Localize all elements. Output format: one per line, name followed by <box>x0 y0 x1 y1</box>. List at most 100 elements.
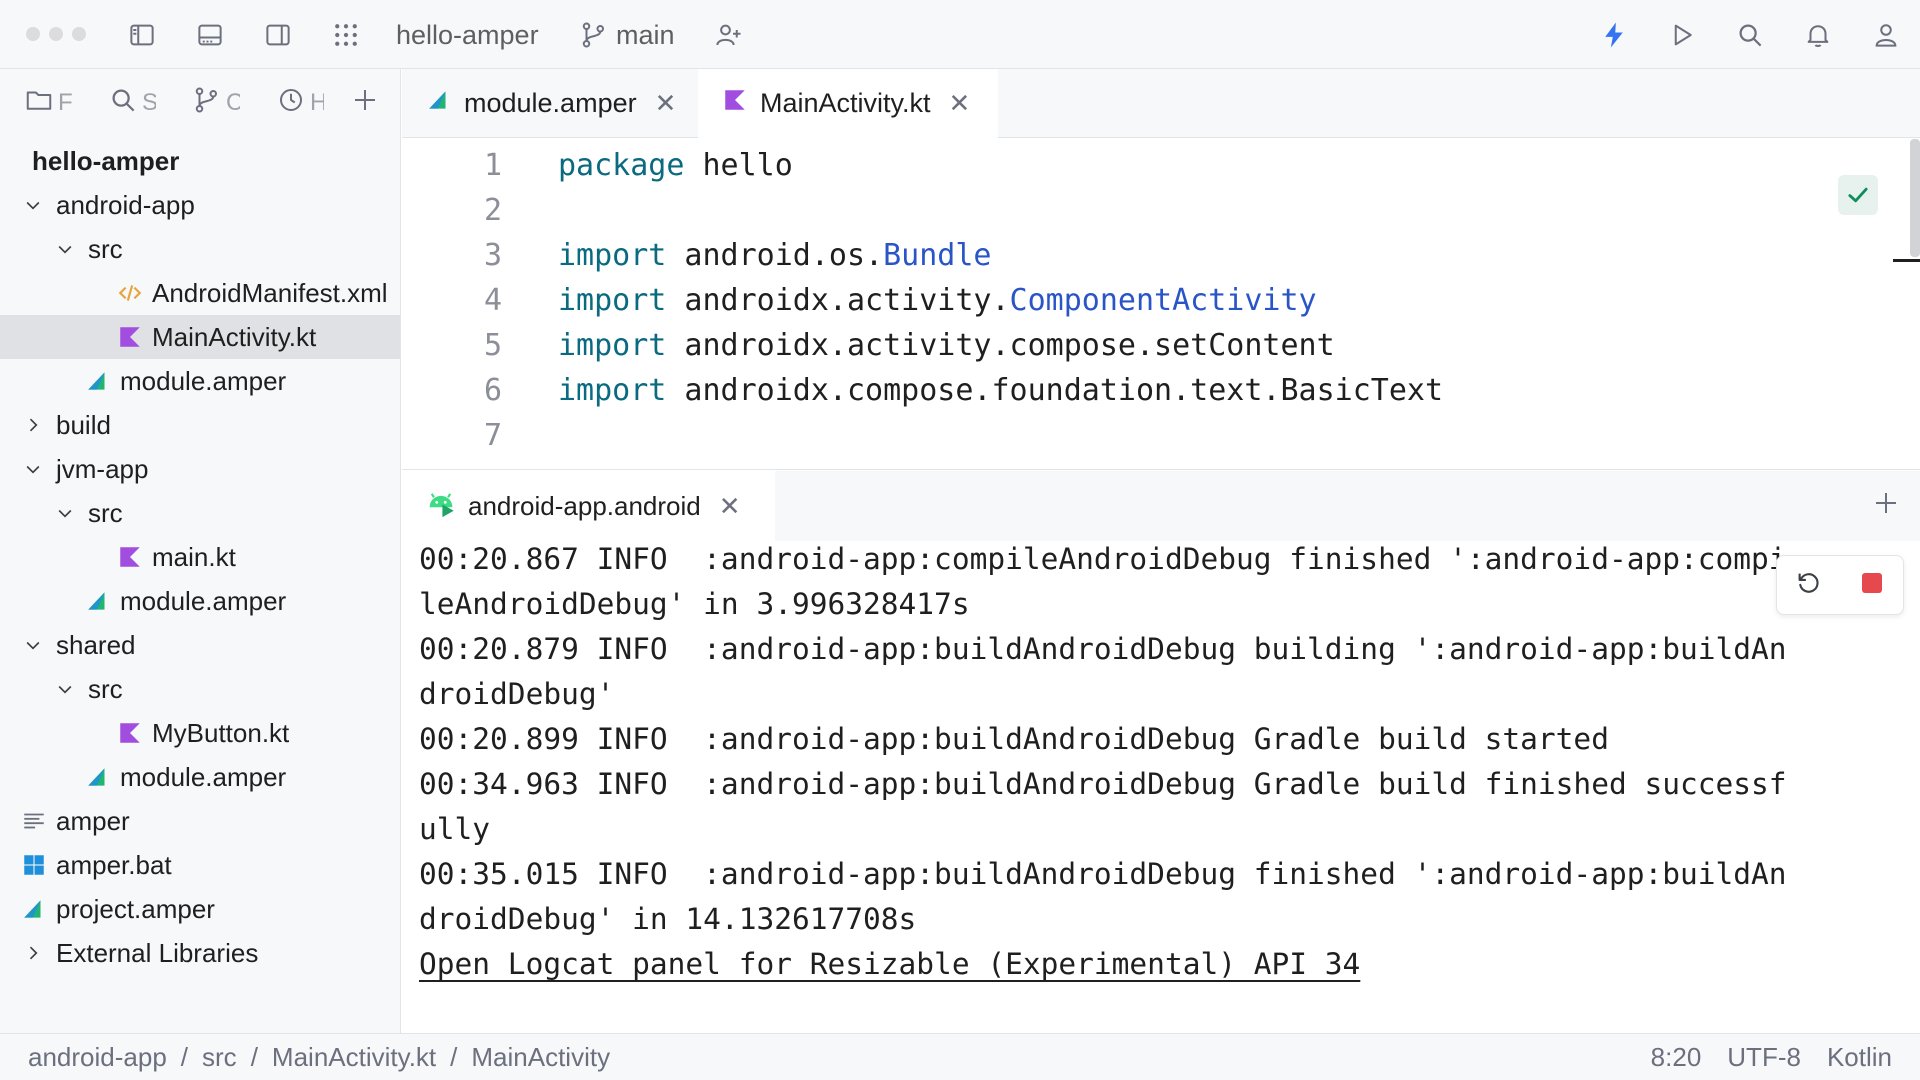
tree-item-hello-amper[interactable]: hello-amper <box>0 139 400 183</box>
tab-module-amper[interactable]: module.amper ✕ <box>402 69 698 138</box>
keyword-token: import <box>558 238 667 273</box>
tree-item-label: src <box>88 233 123 264</box>
chevron-down-icon[interactable] <box>52 500 78 526</box>
code-line[interactable]: import android.os.Bundle <box>558 233 992 278</box>
open-logcat-link[interactable]: Open Logcat panel for Resizable (Experim… <box>419 942 1360 987</box>
tree-item-build[interactable]: build <box>0 403 400 447</box>
branch-name[interactable]: main <box>616 17 675 53</box>
tree-item-mybutton-kt[interactable]: MyButton.kt <box>0 711 400 755</box>
tree-item-src[interactable]: src <box>0 491 400 535</box>
tree-item-module-amper[interactable]: module.amper <box>0 755 400 799</box>
breadcrumb-item[interactable]: src <box>202 1042 237 1073</box>
run-actions-toolbar <box>1776 555 1904 615</box>
breadcrumb-item[interactable]: MainActivity <box>471 1042 610 1073</box>
run-icon[interactable] <box>1664 17 1700 53</box>
console-line: 00:35.015 INFO :android-app:buildAndroid… <box>419 857 1787 891</box>
tree-item-module-amper[interactable]: module.amper <box>0 359 400 403</box>
sidebar-tab-files[interactable]: F <box>24 85 72 121</box>
minimize-window-dot[interactable] <box>49 27 63 41</box>
code-line[interactable]: package hello <box>558 143 793 188</box>
folder-icon <box>24 85 54 122</box>
window-controls[interactable] <box>26 27 86 41</box>
add-user-icon[interactable] <box>710 17 746 53</box>
run-console-output[interactable]: Open Logcat panel for Resizable (Experim… <box>402 541 1920 1033</box>
breadcrumb-item[interactable]: MainActivity.kt <box>272 1042 436 1073</box>
close-tab-icon[interactable]: ✕ <box>719 491 741 522</box>
close-tab-icon[interactable]: ✕ <box>655 88 677 119</box>
sidebar-tab-commit[interactable]: C <box>192 85 240 121</box>
tab-run-android-app[interactable]: android-app.android ✕ <box>402 471 775 541</box>
tree-item-amper-bat[interactable]: amper.bat <box>0 843 400 887</box>
sidebar-add-tab-button[interactable] <box>350 85 380 121</box>
inspection-ok-check-icon[interactable] <box>1838 175 1878 215</box>
amper-icon <box>426 87 452 120</box>
right-panel-toggle-icon[interactable] <box>260 17 296 53</box>
kotlin-file-icon <box>116 719 144 747</box>
chevron-down-icon[interactable] <box>20 192 46 218</box>
windows-script-icon <box>20 851 48 879</box>
project-name[interactable]: hello-amper <box>396 17 539 53</box>
code-editor[interactable]: 1 2 3 4 5 6 7 package hello import android.os.B… <box>402 139 1920 470</box>
bottom-panel-toggle-icon[interactable] <box>192 17 228 53</box>
android-run-icon <box>424 486 458 527</box>
tree-item-label: amper.bat <box>56 849 172 880</box>
tree-item-label: External Libraries <box>56 937 259 968</box>
kotlin-file-icon <box>116 323 144 351</box>
user-account-icon[interactable] <box>1868 17 1904 53</box>
kotlin-icon <box>722 87 748 120</box>
new-run-tab-button[interactable] <box>1868 487 1904 523</box>
tree-item-module-amper[interactable]: module.amper <box>0 579 400 623</box>
code-line[interactable]: import androidx.activity.ComponentActivi… <box>558 278 1317 323</box>
code-line[interactable]: import androidx.activity.compose.setCont… <box>558 323 1335 368</box>
tab-label: android-app.android <box>468 490 701 521</box>
tree-item-android-app[interactable]: android-app <box>0 183 400 227</box>
breadcrumb-item[interactable]: android-app <box>28 1042 167 1073</box>
sidebar-tab-search[interactable]: S <box>108 85 156 121</box>
line-number: 1 <box>483 148 502 183</box>
chevron-down-icon[interactable] <box>52 676 78 702</box>
line-number: 6 <box>483 373 502 408</box>
left-panel-toggle-icon[interactable] <box>124 17 160 53</box>
stop-icon[interactable] <box>1857 568 1887 603</box>
maximize-window-dot[interactable] <box>72 27 86 41</box>
rerun-icon[interactable] <box>1794 568 1824 603</box>
plus-icon <box>1871 488 1901 523</box>
file-language[interactable]: Kotlin <box>1827 1042 1892 1073</box>
sidebar-tab-history[interactable]: H <box>276 85 324 121</box>
editor-scrollbar[interactable] <box>1910 139 1920 257</box>
chevron-down-icon[interactable] <box>52 236 78 262</box>
file-encoding[interactable]: UTF-8 <box>1727 1042 1801 1073</box>
search-icon[interactable] <box>1732 17 1768 53</box>
close-window-dot[interactable] <box>26 27 40 41</box>
tree-item-external-libraries[interactable]: External Libraries <box>0 931 400 975</box>
amper-file-icon <box>84 367 112 395</box>
console-line: droidDebug' in 14.132617708s <box>419 902 917 936</box>
console-line: 00:20.879 INFO :android-app:buildAndroid… <box>419 632 1787 666</box>
chevron-down-icon[interactable] <box>20 456 46 482</box>
notifications-bell-icon[interactable] <box>1800 17 1836 53</box>
tree-item-shared[interactable]: shared <box>0 623 400 667</box>
tree-item-project-amper[interactable]: project.amper <box>0 887 400 931</box>
code-line[interactable]: import androidx.compose.foundation.text.… <box>558 368 1443 413</box>
tree-item-main-kt[interactable]: main.kt <box>0 535 400 579</box>
tree-item-label: jvm-app <box>56 453 149 484</box>
cursor-position[interactable]: 8:20 <box>1651 1042 1702 1073</box>
tree-item-mainactivity-kt[interactable]: MainActivity.kt <box>0 315 400 359</box>
chevron-right-icon[interactable] <box>20 412 46 438</box>
grid-menu-icon[interactable] <box>328 17 364 53</box>
tree-item-label: module.amper <box>120 761 287 792</box>
git-branch-icon[interactable] <box>576 17 612 53</box>
tree-item-src[interactable]: src <box>0 667 400 711</box>
close-tab-icon[interactable]: ✕ <box>949 88 971 119</box>
tree-item-androidmanifest-xml[interactable]: AndroidManifest.xml <box>0 271 400 315</box>
tree-item-jvm-app[interactable]: jvm-app <box>0 447 400 491</box>
chevron-right-icon[interactable] <box>20 940 46 966</box>
tree-item-label: module.amper <box>120 585 287 616</box>
tree-item-amper[interactable]: amper <box>0 799 400 843</box>
tree-item-src[interactable]: src <box>0 227 400 271</box>
tree-item-label: shared <box>56 629 136 660</box>
chevron-down-icon[interactable] <box>20 632 46 658</box>
tree-item-label: src <box>88 497 123 528</box>
lightning-icon[interactable] <box>1596 17 1632 53</box>
tab-mainactivity-kt[interactable]: MainActivity.kt ✕ <box>698 69 998 138</box>
